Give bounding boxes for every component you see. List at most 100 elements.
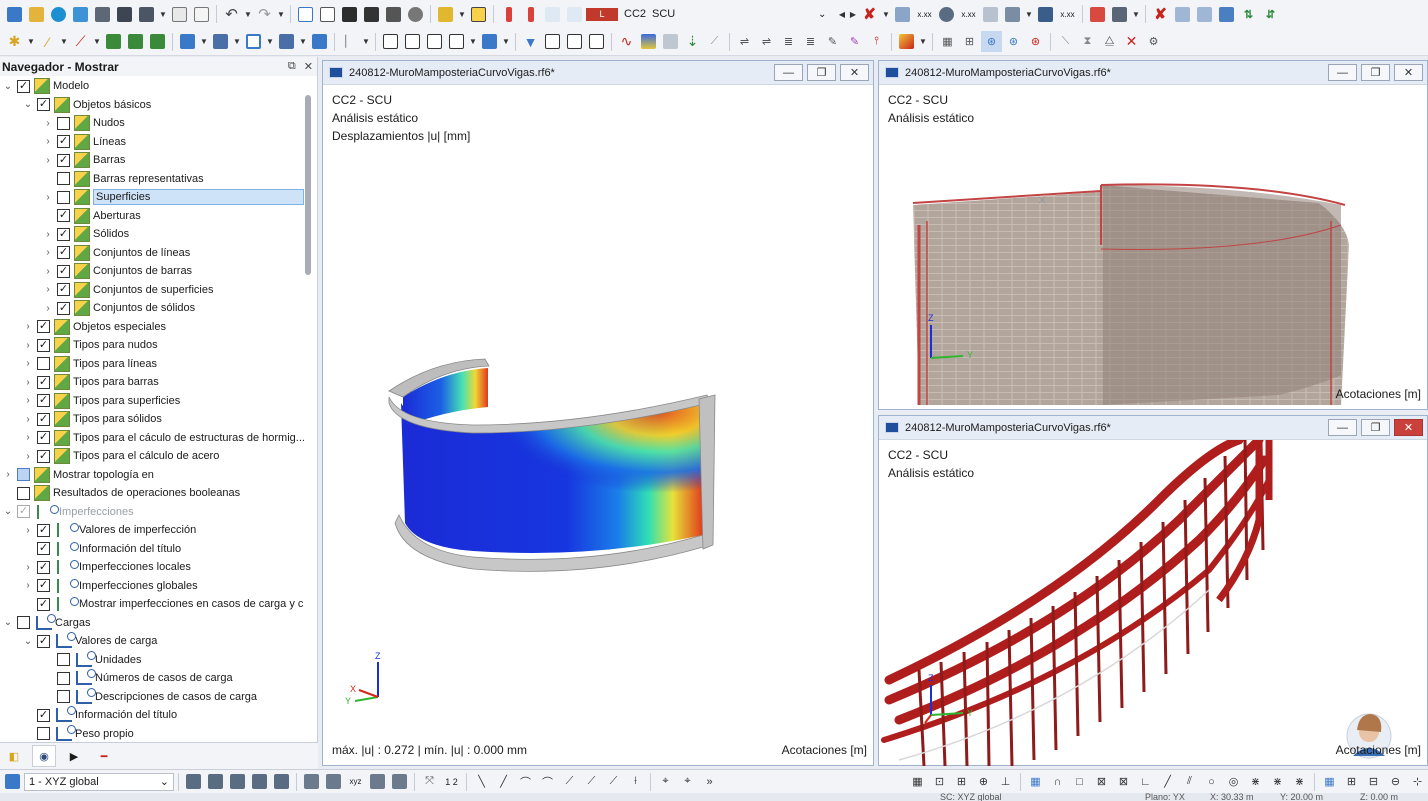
- polyline-icon[interactable]: ⟋: [559, 771, 580, 792]
- view-iso-icon[interactable]: [271, 771, 292, 792]
- tree-checkbox[interactable]: ✓: [37, 708, 50, 722]
- close-icon[interactable]: ✕: [304, 60, 313, 73]
- chevron-down-icon[interactable]: ▼: [199, 31, 209, 52]
- grid-icon[interactable]: ▦: [1319, 771, 1340, 792]
- chevron-right-icon[interactable]: ›: [42, 229, 54, 240]
- delete-results-icon[interactable]: ✘: [1150, 4, 1171, 25]
- chevron-right-icon[interactable]: ›: [2, 469, 14, 480]
- node-icon[interactable]: ✱: [4, 31, 25, 52]
- tree-checkbox[interactable]: ✓: [57, 246, 70, 260]
- chevron-right-icon[interactable]: ›: [42, 136, 54, 147]
- view-results-icon[interactable]: [936, 4, 957, 25]
- funnel-icon[interactable]: ▼: [520, 31, 541, 52]
- tree-checkbox[interactable]: ✓: [37, 412, 50, 426]
- tree-item[interactable]: › ✓ Tipos para superficies: [0, 392, 304, 411]
- opening-icon[interactable]: [210, 31, 231, 52]
- cube-icon[interactable]: [1194, 4, 1215, 25]
- home-icon[interactable]: [4, 4, 25, 25]
- close-button[interactable]: ✕: [840, 64, 869, 81]
- line-tool-icon[interactable]: ╲: [471, 771, 492, 792]
- polyline-icon[interactable]: ⟋: [603, 771, 624, 792]
- tree-item[interactable]: ✓ Información del título: [0, 540, 304, 559]
- line-icon[interactable]: ⁄: [37, 31, 58, 52]
- chevron-down-icon[interactable]: ▼: [298, 31, 308, 52]
- window-titlebar[interactable]: 240812-MuroMamposteriaCurvoVigas.rf6* — …: [323, 61, 873, 85]
- rotate-icon[interactable]: [479, 31, 500, 52]
- display-icon[interactable]: [1002, 4, 1023, 25]
- chevron-down-icon[interactable]: ⌄: [2, 617, 14, 628]
- tree-item[interactable]: ✓ Aberturas: [0, 207, 304, 226]
- cross-icon[interactable]: ✕: [1121, 31, 1142, 52]
- node-axes-icon[interactable]: [367, 771, 388, 792]
- spline-icon[interactable]: ⟊: [625, 771, 646, 792]
- chevron-down-icon[interactable]: ▼: [265, 31, 275, 52]
- tree-item[interactable]: › ✓ Tipos para barras: [0, 373, 304, 392]
- tree-item[interactable]: Peso propio: [0, 724, 304, 743]
- minimize-button[interactable]: —: [1328, 64, 1357, 81]
- grid-icon[interactable]: [317, 4, 338, 25]
- tree-checkbox[interactable]: [37, 357, 50, 371]
- undo-icon[interactable]: ↶: [221, 4, 242, 25]
- chevron-right-icon[interactable]: ›: [42, 266, 54, 277]
- dimension-icon[interactable]: [380, 31, 401, 52]
- tree-item[interactable]: ⌄ ✓ Imperfecciones: [0, 503, 304, 522]
- work-plane-icon[interactable]: ⊥: [995, 771, 1016, 792]
- support-icon[interactable]: [103, 31, 124, 52]
- tree-checkbox[interactable]: [57, 116, 70, 130]
- axis-y-icon[interactable]: ⇵: [1260, 4, 1281, 25]
- tree-item[interactable]: › ✓ Conjuntos de líneas: [0, 244, 304, 263]
- chevron-right-icon[interactable]: ›: [22, 358, 34, 369]
- axis-x-icon[interactable]: ⇅: [1238, 4, 1259, 25]
- tree-item[interactable]: › ✓ Objetos especiales: [0, 318, 304, 337]
- pattern-icon[interactable]: ⋇: [1245, 771, 1266, 792]
- tree-item[interactable]: › ✓ Valores de imperfección: [0, 521, 304, 540]
- maximize-button[interactable]: ❐: [807, 64, 836, 81]
- tree-checkbox[interactable]: ✓: [37, 560, 50, 574]
- chevron-right-icon[interactable]: ›: [42, 118, 54, 129]
- pattern-icon[interactable]: ⋇: [1267, 771, 1288, 792]
- tree-checkbox[interactable]: [57, 671, 70, 685]
- view-top-icon[interactable]: [227, 771, 248, 792]
- pin-icon[interactable]: ⧉: [288, 60, 296, 73]
- tree-item[interactable]: › ✓ Líneas: [0, 133, 304, 152]
- maximize-button[interactable]: ❐: [1361, 419, 1390, 436]
- snap-active-icon[interactable]: ⊛: [981, 31, 1002, 52]
- tree-item[interactable]: ⌄ ✓ Objetos básicos: [0, 96, 304, 115]
- tree-checkbox[interactable]: ✓: [37, 394, 50, 408]
- snap-red-icon[interactable]: ⊛: [1025, 31, 1046, 52]
- view-side-icon[interactable]: [249, 771, 270, 792]
- results-x-icon[interactable]: ✘: [859, 4, 880, 25]
- chevron-right-icon[interactable]: ›: [42, 155, 54, 166]
- chevron-right-icon[interactable]: ›: [22, 432, 34, 443]
- chevron-down-icon[interactable]: ⌄: [22, 99, 34, 110]
- chevron-down-icon[interactable]: ⌄: [22, 636, 34, 647]
- minus-icon[interactable]: ⊖: [1385, 771, 1406, 792]
- chevron-down-icon[interactable]: ▼: [468, 31, 478, 52]
- tree-item[interactable]: › Tipos para líneas: [0, 355, 304, 374]
- report-icon[interactable]: [169, 4, 190, 25]
- magnet-icon[interactable]: ∩: [1047, 771, 1068, 792]
- next-arrow-icon[interactable]: ▶: [848, 4, 858, 25]
- result-surface-icon[interactable]: [638, 31, 659, 52]
- tree-checkbox[interactable]: ✓: [37, 597, 50, 611]
- tree-item[interactable]: Barras representativas: [0, 170, 304, 189]
- print-icon[interactable]: [92, 4, 113, 25]
- window-titlebar[interactable]: 240812-MuroMamposteriaCurvoVigas.rf6* — …: [879, 61, 1427, 85]
- cube-icon[interactable]: [660, 31, 681, 52]
- dimension-icon[interactable]: [402, 31, 423, 52]
- section-cut-icon[interactable]: ⇌: [734, 31, 755, 52]
- view-window-rebar[interactable]: 240812-MuroMamposteriaCurvoVigas.rf6* — …: [878, 415, 1428, 766]
- tab-views-icon[interactable]: ▶: [62, 745, 86, 767]
- tree-item[interactable]: › ✓ Barras: [0, 151, 304, 170]
- maximize-button[interactable]: ❐: [1361, 64, 1390, 81]
- xxx-values-icon[interactable]: x.xx: [958, 4, 979, 25]
- tree-item[interactable]: › Mostrar topología en: [0, 466, 304, 485]
- tree-checkbox[interactable]: ✓: [37, 449, 50, 463]
- section-cut-icon[interactable]: ⇌: [756, 31, 777, 52]
- filter-icon[interactable]: [446, 31, 467, 52]
- comment-icon[interactable]: [424, 31, 445, 52]
- solid-icon[interactable]: [276, 31, 297, 52]
- tree-item[interactable]: › ✓ Conjuntos de barras: [0, 262, 304, 281]
- chevron-right-icon[interactable]: ›: [22, 580, 34, 591]
- arc-tool-icon[interactable]: ⌒: [515, 771, 536, 792]
